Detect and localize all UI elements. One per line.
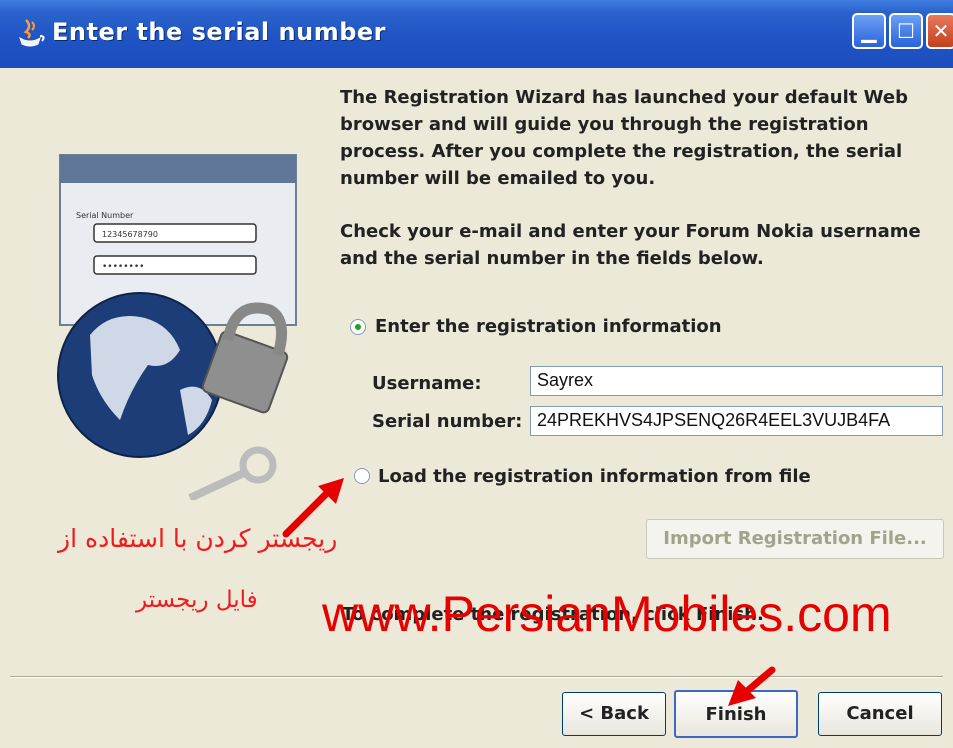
- window-title: Enter the serial number: [52, 18, 386, 46]
- arrow-to-load-file-icon: [282, 478, 344, 538]
- dialog-window: Enter the serial number ▁ ☐ ✕ Serial Num…: [0, 0, 953, 748]
- username-label: Username:: [372, 373, 482, 394]
- minimize-icon: ▁: [861, 19, 877, 43]
- maximize-button[interactable]: ☐: [889, 13, 923, 49]
- cancel-button[interactable]: Cancel: [818, 692, 942, 736]
- watermark: www.PersianMobiles.com: [322, 586, 892, 642]
- illustration-serial-value: 12345678790: [102, 230, 158, 239]
- serial-number-field[interactable]: 24PREKHVS4JPSENQ26R4EEL3VUJB4FA: [530, 406, 943, 436]
- persian-annotation-line2: فایل ریجستر: [136, 587, 258, 613]
- java-icon: [19, 19, 45, 47]
- illustration-serial-label: Serial Number: [76, 211, 134, 220]
- footer-separator: [10, 676, 943, 678]
- serial-number-label: Serial number:: [372, 411, 523, 432]
- illustration-password-mask: ••••••••: [102, 262, 144, 272]
- load-file-label[interactable]: Load the registration information from f…: [378, 466, 811, 487]
- enter-info-radio[interactable]: [350, 319, 366, 335]
- username-field[interactable]: Sayrex: [530, 366, 943, 396]
- close-icon: ✕: [932, 19, 950, 43]
- load-file-radio[interactable]: [354, 468, 370, 484]
- minimize-button[interactable]: ▁: [852, 13, 886, 49]
- maximize-icon: ☐: [897, 19, 915, 43]
- arrow-to-finish-icon: [728, 666, 776, 706]
- serial-number-value: 24PREKHVS4JPSENQ26R4EEL3VUJB4FA: [537, 410, 891, 430]
- intro-text: The Registration Wizard has launched you…: [340, 87, 908, 189]
- instruction-text: Check your e-mail and enter your Forum N…: [340, 221, 921, 269]
- registration-illustration: Serial Number 12345678790 ••••••••: [57, 154, 297, 500]
- close-button[interactable]: ✕: [926, 13, 953, 49]
- back-button[interactable]: < Back: [562, 692, 666, 736]
- import-registration-file-button[interactable]: Import Registration File...: [646, 519, 944, 559]
- enter-info-label[interactable]: Enter the registration information: [375, 316, 722, 337]
- title-bar[interactable]: Enter the serial number ▁ ☐ ✕: [0, 0, 953, 68]
